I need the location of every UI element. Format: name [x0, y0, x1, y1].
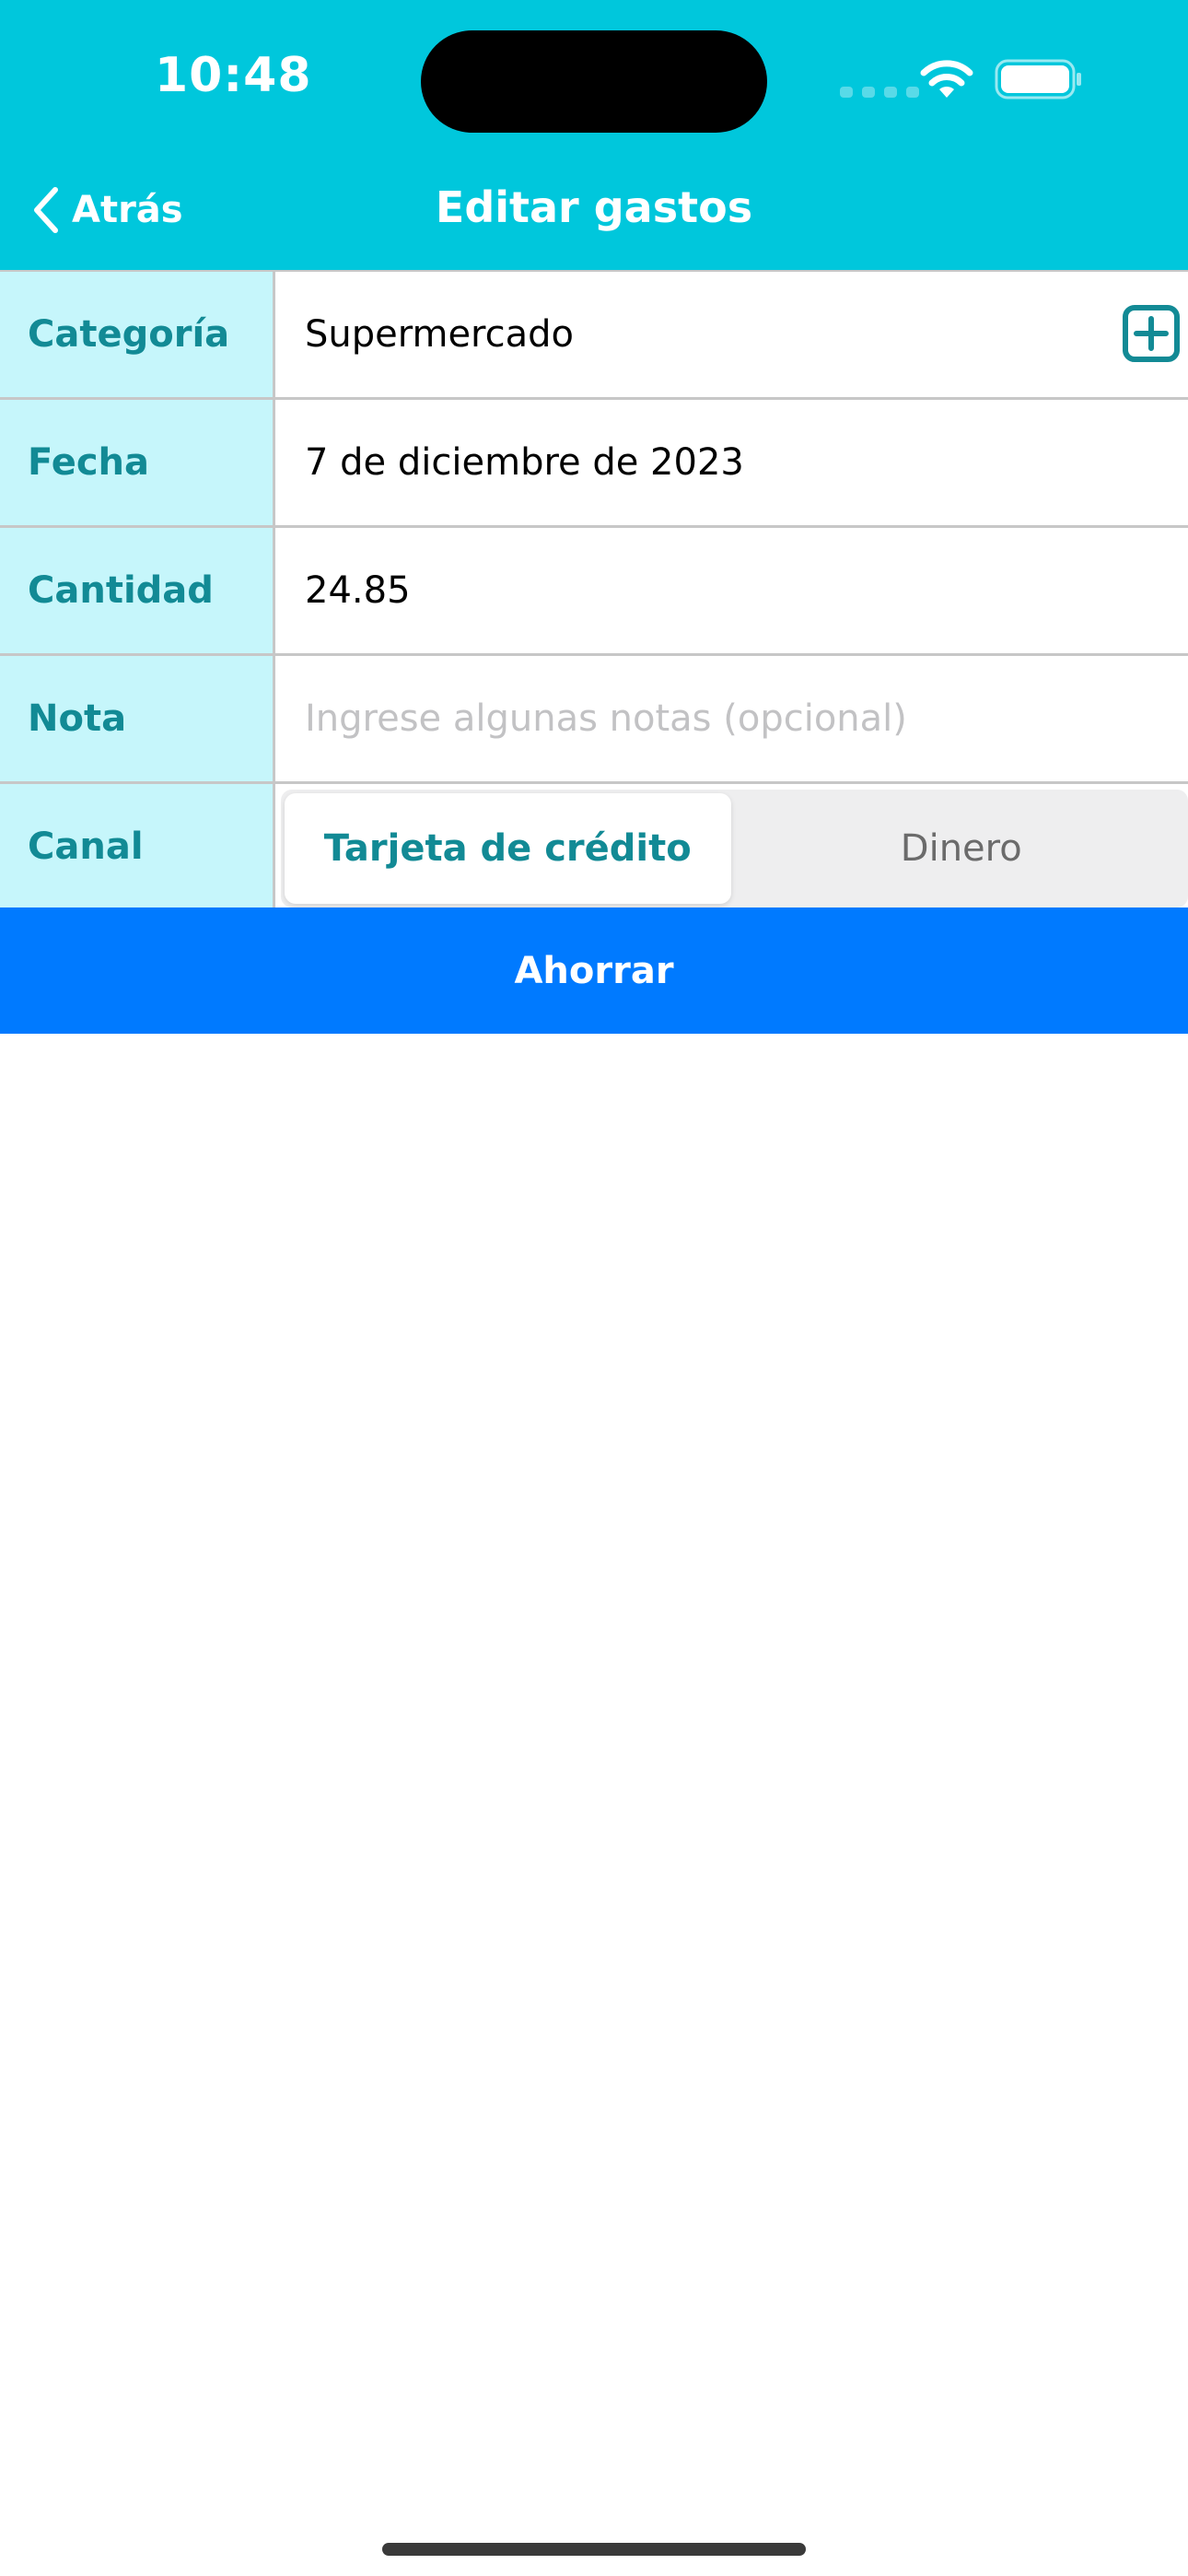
category-value-text: Supermercado — [305, 313, 574, 356]
wifi-icon — [920, 60, 973, 98]
amount-label: Cantidad — [0, 528, 275, 653]
amount-row[interactable]: Cantidad 24.85 — [0, 528, 1188, 656]
expense-form: Categoría Supermercado Fecha 7 de diciem… — [0, 270, 1188, 911]
channel-option-credit-card[interactable]: Tarjeta de crédito — [285, 793, 731, 904]
date-value[interactable]: 7 de diciembre de 2023 — [275, 400, 1188, 525]
cellular-signal-icon — [840, 87, 919, 98]
date-row[interactable]: Fecha 7 de diciembre de 2023 — [0, 400, 1188, 528]
save-button[interactable]: Ahorrar — [0, 907, 1188, 1034]
page-title: Editar gastos — [435, 182, 753, 232]
battery-icon — [995, 59, 1081, 100]
note-cell — [275, 656, 1188, 781]
dynamic-island — [421, 30, 767, 133]
channel-option-cash[interactable]: Dinero — [739, 793, 1185, 904]
home-indicator[interactable] — [382, 2543, 806, 2556]
note-input[interactable] — [305, 656, 1188, 781]
navigation-header: 10:48 Atrás Editar gastos — [0, 0, 1188, 270]
note-label: Nota — [0, 656, 275, 781]
note-row[interactable]: Nota — [0, 656, 1188, 784]
date-label: Fecha — [0, 400, 275, 525]
amount-value[interactable]: 24.85 — [275, 528, 1188, 653]
channel-label: Canal — [0, 784, 275, 909]
channel-segmented-control[interactable]: Tarjeta de crédito Dinero — [281, 790, 1188, 907]
category-value[interactable]: Supermercado — [275, 272, 1188, 397]
status-time: 10:48 — [155, 48, 312, 103]
channel-row: Canal Tarjeta de crédito Dinero — [0, 784, 1188, 911]
category-row[interactable]: Categoría Supermercado — [0, 270, 1188, 400]
add-category-icon[interactable] — [1122, 304, 1181, 363]
category-label: Categoría — [0, 272, 275, 397]
